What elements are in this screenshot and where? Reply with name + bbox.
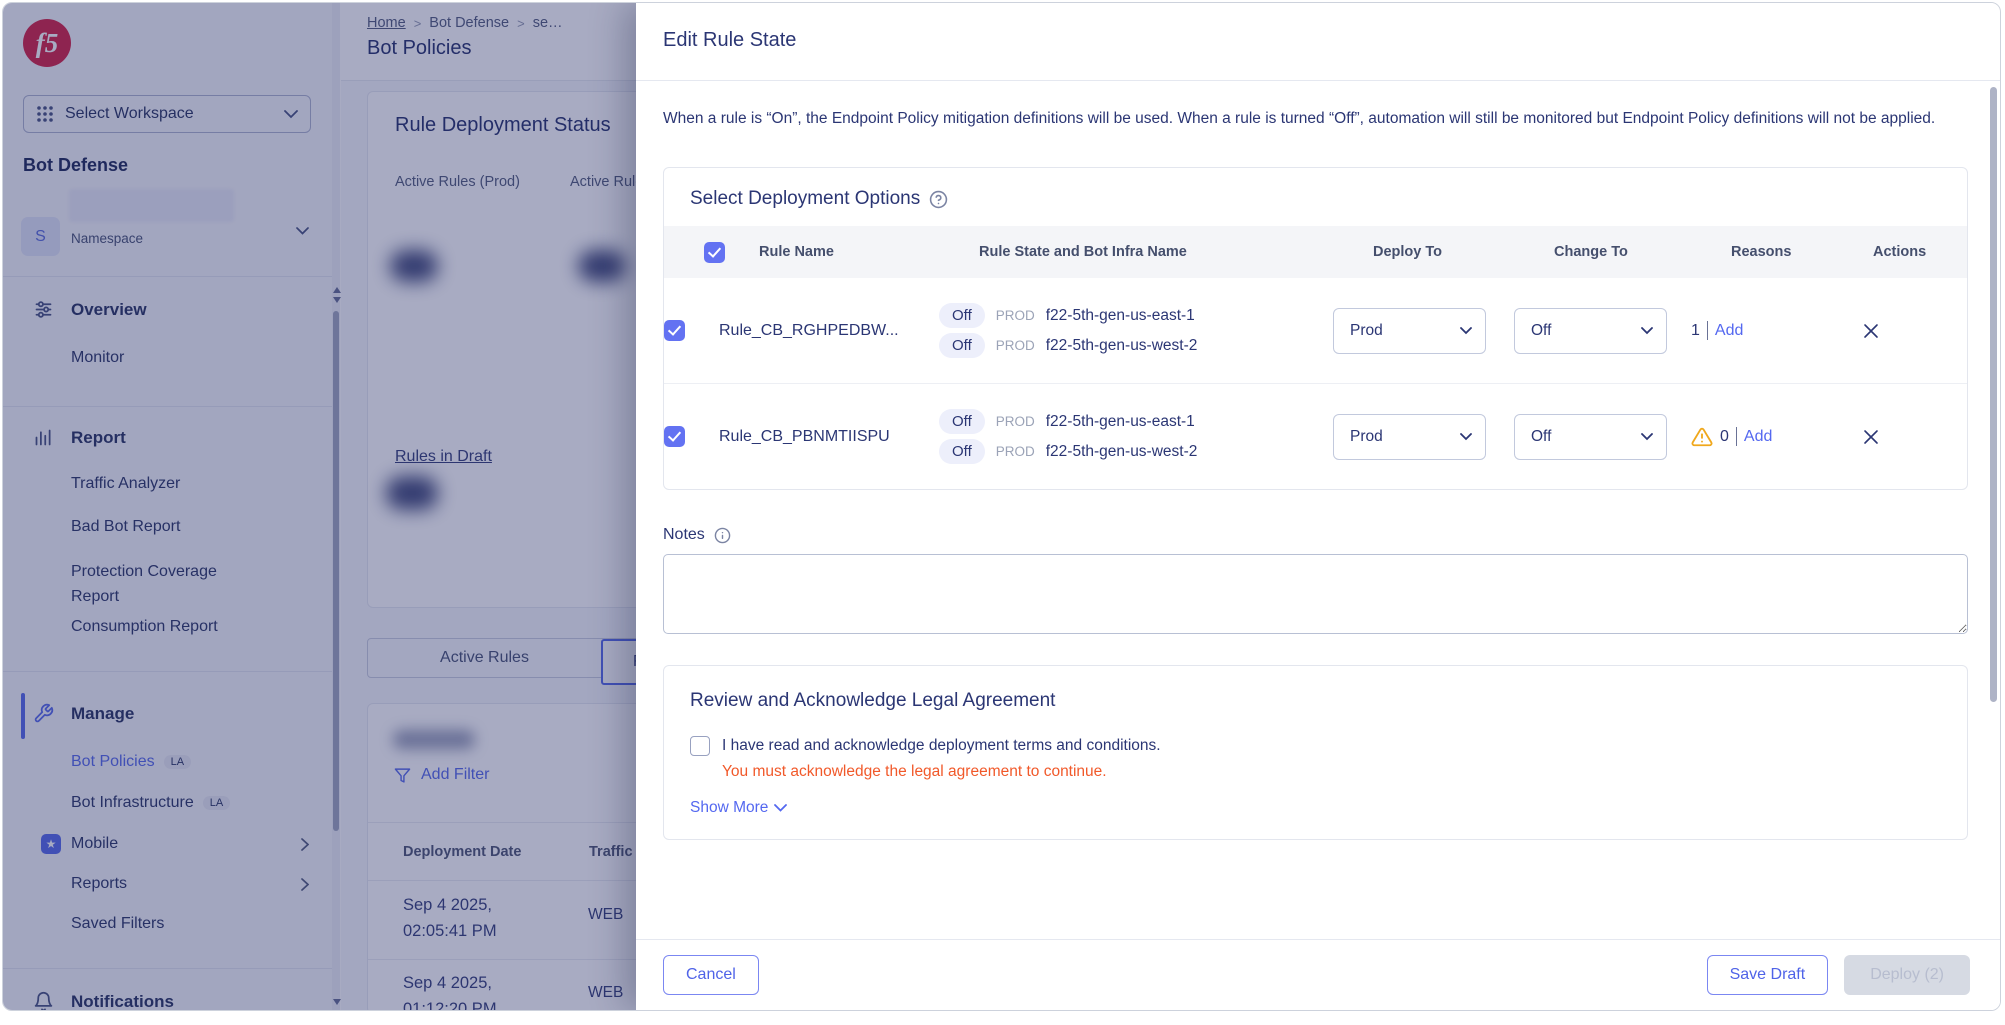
modal-body: When a rule is “On”, the Endpoint Policy… bbox=[663, 81, 1968, 939]
deploy-to-value: Prod bbox=[1350, 322, 1383, 340]
rule-name: Rule_CB_PBNMTIISPU bbox=[719, 428, 939, 446]
column-header-rule-name: Rule Name bbox=[759, 244, 979, 260]
infra-name: f22-5th-gen-us-west-2 bbox=[1046, 337, 1198, 355]
column-header-rule-state: Rule State and Bot Infra Name bbox=[979, 244, 1373, 260]
help-icon[interactable] bbox=[929, 190, 948, 209]
change-to-select[interactable]: Off bbox=[1514, 308, 1667, 354]
show-more-link[interactable]: Show More bbox=[690, 799, 1941, 817]
legal-agreement-checkbox[interactable] bbox=[690, 736, 710, 756]
chevron-down-icon bbox=[1641, 433, 1653, 441]
environment-label: PROD bbox=[996, 444, 1035, 459]
rule-infra-list: Off PROD f22-5th-gen-us-east-1 Off PROD … bbox=[939, 404, 1333, 469]
environment-label: PROD bbox=[996, 338, 1035, 353]
reasons-count: 1 bbox=[1691, 322, 1700, 340]
rule-row-checkbox[interactable] bbox=[664, 320, 685, 341]
change-to-value: Off bbox=[1531, 322, 1551, 340]
reasons-count: 0 bbox=[1720, 428, 1729, 446]
rule-state-badge: Off bbox=[939, 333, 985, 358]
chevron-down-icon bbox=[1641, 327, 1653, 335]
deploy-to-select[interactable]: Prod bbox=[1333, 414, 1486, 460]
infra-line: Off PROD f22-5th-gen-us-east-1 bbox=[939, 303, 1333, 328]
rule-name: Rule_CB_RGHPEDBW... bbox=[719, 322, 939, 340]
deployment-options-title: Select Deployment Options bbox=[690, 188, 920, 210]
infra-line: Off PROD f22-5th-gen-us-west-2 bbox=[939, 333, 1333, 358]
deployment-rule-row: Rule_CB_RGHPEDBW... Off PROD f22-5th-gen… bbox=[664, 278, 1967, 383]
legal-checkbox-row: I have read and acknowledge deployment t… bbox=[690, 736, 1941, 756]
modal-dim-overlay[interactable] bbox=[3, 3, 636, 1010]
rule-infra-list: Off PROD f22-5th-gen-us-east-1 Off PROD … bbox=[939, 298, 1333, 363]
column-header-actions: Actions bbox=[1873, 244, 1977, 260]
add-reason-link[interactable]: Add bbox=[1744, 428, 1772, 446]
chevron-down-icon bbox=[1460, 327, 1472, 335]
reasons-cell: 1 Add bbox=[1691, 321, 1833, 340]
infra-name: f22-5th-gen-us-east-1 bbox=[1046, 413, 1195, 431]
deploy-to-select[interactable]: Prod bbox=[1333, 308, 1486, 354]
change-to-select[interactable]: Off bbox=[1514, 414, 1667, 460]
environment-label: PROD bbox=[996, 414, 1035, 429]
divider bbox=[1736, 427, 1737, 446]
rule-state-badge: Off bbox=[939, 439, 985, 464]
info-icon[interactable] bbox=[714, 527, 731, 544]
divider bbox=[1707, 321, 1708, 340]
notes-textarea[interactable] bbox=[663, 554, 1968, 634]
chevron-down-icon bbox=[774, 804, 787, 812]
select-all-checkbox[interactable] bbox=[704, 242, 725, 263]
rule-state-badge: Off bbox=[939, 303, 985, 328]
deployment-rule-row: Rule_CB_PBNMTIISPU Off PROD f22-5th-gen-… bbox=[664, 383, 1967, 489]
column-header-reasons: Reasons bbox=[1731, 244, 1873, 260]
reasons-cell: 0 Add bbox=[1691, 426, 1833, 448]
column-header-change-to: Change To bbox=[1554, 244, 1731, 260]
modal-header: Edit Rule State bbox=[636, 3, 2000, 81]
close-icon bbox=[1863, 323, 1879, 339]
legal-agreement-title: Review and Acknowledge Legal Agreement bbox=[690, 690, 1941, 712]
modal-description: When a rule is “On”, the Endpoint Policy… bbox=[663, 107, 1963, 131]
infra-line: Off PROD f22-5th-gen-us-east-1 bbox=[939, 409, 1333, 434]
rule-row-checkbox[interactable] bbox=[664, 426, 685, 447]
column-header-deploy-to: Deploy To bbox=[1373, 244, 1554, 260]
legal-agreement-card: Review and Acknowledge Legal Agreement I… bbox=[663, 665, 1968, 840]
remove-rule-button[interactable] bbox=[1861, 427, 1881, 447]
deployment-options-card: Select Deployment Options Rule Name Rule… bbox=[663, 167, 1968, 490]
deploy-button[interactable]: Deploy (2) bbox=[1844, 955, 1970, 995]
edit-rule-state-modal: Edit Rule State When a rule is “On”, the… bbox=[636, 3, 2000, 1010]
infra-line: Off PROD f22-5th-gen-us-west-2 bbox=[939, 439, 1333, 464]
add-reason-link[interactable]: Add bbox=[1715, 322, 1743, 340]
legal-checkbox-label: I have read and acknowledge deployment t… bbox=[722, 737, 1161, 755]
modal-footer: Cancel Save Draft Deploy (2) bbox=[636, 939, 2000, 1010]
rule-state-badge: Off bbox=[939, 409, 985, 434]
app-window: f5 Select Workspace Bot Defense S Namesp… bbox=[2, 2, 2001, 1011]
modal-title: Edit Rule State bbox=[663, 29, 796, 52]
notes-label: Notes bbox=[663, 526, 705, 544]
deployment-table-header: Rule Name Rule State and Bot Infra Name … bbox=[664, 226, 1967, 278]
modal-scrollbar-thumb[interactable] bbox=[1990, 87, 1997, 702]
change-to-value: Off bbox=[1531, 428, 1551, 446]
legal-error-message: You must acknowledge the legal agreement… bbox=[722, 763, 1941, 781]
notes-label-row: Notes bbox=[663, 526, 1968, 544]
warning-icon bbox=[1691, 426, 1713, 448]
infra-name: f22-5th-gen-us-east-1 bbox=[1046, 307, 1195, 325]
cancel-button[interactable]: Cancel bbox=[663, 955, 759, 995]
chevron-down-icon bbox=[1460, 433, 1472, 441]
environment-label: PROD bbox=[996, 308, 1035, 323]
save-draft-button[interactable]: Save Draft bbox=[1707, 955, 1829, 995]
infra-name: f22-5th-gen-us-west-2 bbox=[1046, 443, 1198, 461]
remove-rule-button[interactable] bbox=[1861, 321, 1881, 341]
show-more-label: Show More bbox=[690, 799, 768, 817]
close-icon bbox=[1863, 429, 1879, 445]
deployment-options-header: Select Deployment Options bbox=[664, 168, 1967, 226]
deploy-to-value: Prod bbox=[1350, 428, 1383, 446]
